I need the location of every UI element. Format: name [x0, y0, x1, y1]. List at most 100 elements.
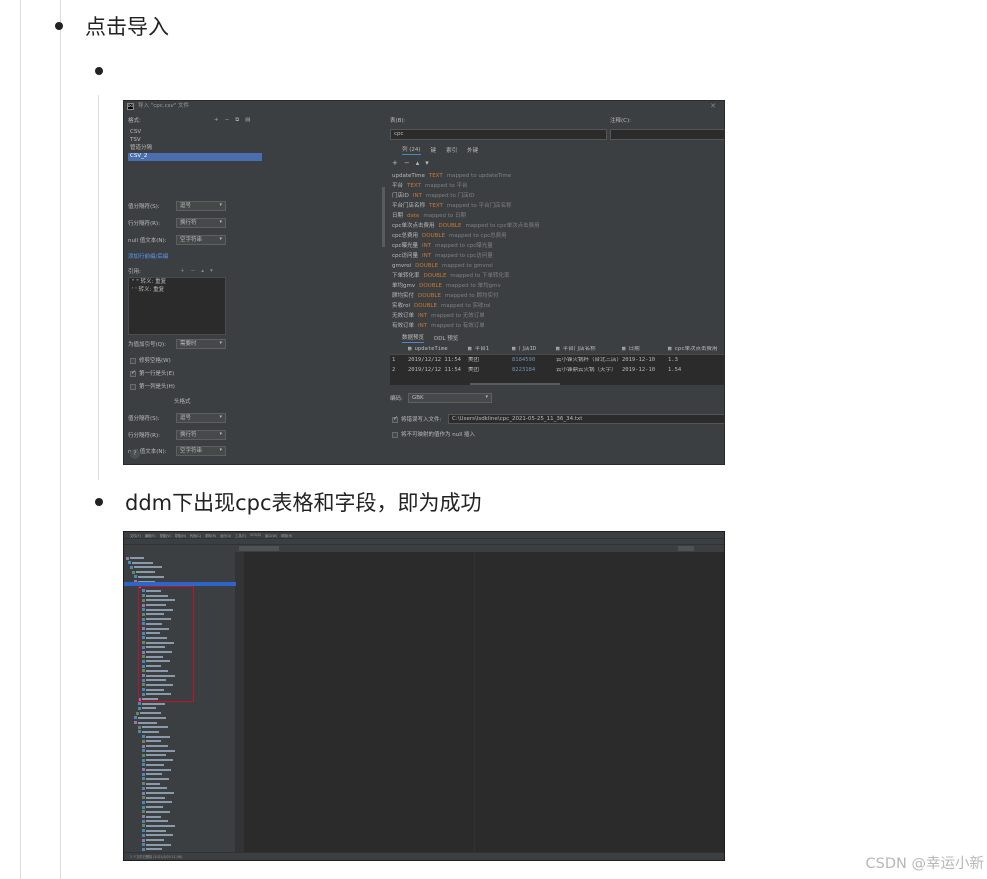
tree-node[interactable]: [142, 824, 175, 828]
menu-item[interactable]: 窗口(W): [265, 533, 277, 538]
preview-column-header[interactable]: ▦ updateTime: [406, 346, 466, 352]
column-mapping-row[interactable]: 单均gmv DOUBLE mapped to 单均gmv: [392, 281, 724, 291]
column-mapping-row[interactable]: 平台门店名称 TEXT mapped to 平台门店名称: [392, 201, 724, 211]
menu-item[interactable]: 重构(R): [205, 533, 216, 538]
tree-node[interactable]: [134, 575, 164, 579]
remove-icon[interactable]: −: [404, 159, 410, 167]
arrow-up-icon[interactable]: ▴: [201, 268, 204, 274]
tree-node[interactable]: [138, 702, 165, 706]
tree-node[interactable]: [138, 730, 159, 734]
value-sep2-select[interactable]: 逗号 ▾: [176, 413, 226, 423]
preview-column-header[interactable]: ▦ 门店ID: [510, 346, 554, 352]
save-icon[interactable]: ▤: [245, 117, 250, 123]
tree-node[interactable]: [142, 739, 161, 743]
tree-node[interactable]: [134, 721, 157, 725]
format-item[interactable]: 管道分隔: [128, 145, 262, 153]
tree-node[interactable]: [142, 744, 168, 748]
preview-h-scrollbar[interactable]: [470, 383, 560, 385]
tree-node[interactable]: [142, 847, 162, 851]
menu-item[interactable]: 文件(F): [130, 533, 141, 538]
tab-ddl-preview[interactable]: DDL 预览: [434, 336, 458, 342]
editor-tab[interactable]: [239, 546, 279, 551]
column-mapping-list[interactable]: updateTime TEXT mapped to updateTime 平台 TEXT…: [392, 171, 724, 331]
null-text-select[interactable]: 空字符串 ▾: [176, 235, 226, 245]
menu-item[interactable]: VCS(S): [250, 533, 261, 537]
column-mapping-row[interactable]: cpc单次点击费用 DOUBLE mapped to cpc单次点击费用: [392, 221, 724, 231]
tree-node[interactable]: [142, 838, 164, 842]
tree-node[interactable]: [126, 556, 144, 560]
tree-node[interactable]: [142, 772, 162, 776]
tree-node[interactable]: [142, 786, 167, 790]
column-mapping-row[interactable]: 下单转化率 DOUBLE mapped to 下单转化率: [392, 271, 724, 281]
menu-item[interactable]: 导航(N): [175, 533, 186, 538]
tree-node[interactable]: [142, 753, 166, 757]
menu-item[interactable]: 视图(V): [160, 533, 171, 538]
column-mapping-row[interactable]: 实收roi DOUBLE mapped to 实收roi: [392, 301, 724, 311]
remove-icon[interactable]: −: [225, 117, 230, 123]
tab-indexes[interactable]: 索引: [446, 148, 457, 154]
tree-node[interactable]: [142, 796, 165, 800]
column-mapping-row[interactable]: 门店ID INT mapped to 门店ID: [392, 191, 724, 201]
first-col-header-checkbox[interactable]: 第一列是头(H): [130, 384, 175, 391]
menu-item[interactable]: 帮助(H): [281, 533, 292, 538]
row-sep2-select[interactable]: 换行符 ▾: [176, 430, 226, 440]
tree-node[interactable]: [142, 819, 168, 823]
tree-node[interactable]: [142, 758, 173, 762]
arrow-down-icon[interactable]: ▾: [210, 268, 213, 274]
quote-list[interactable]: " " 转义: 重复 ' ' 转义: 重复: [128, 277, 226, 335]
add-icon[interactable]: +: [180, 268, 185, 274]
tab-foreign-keys[interactable]: 外键: [467, 148, 478, 154]
column-mapping-row[interactable]: cpc访问量 INT mapped to cpc访问量: [392, 251, 724, 261]
tree-node[interactable]: [128, 561, 153, 565]
tree-node[interactable]: [136, 711, 161, 715]
tab-data-preview[interactable]: 数据预览: [402, 335, 425, 344]
null-text2-select[interactable]: 空字符串 ▾: [176, 446, 226, 456]
tree-node[interactable]: [142, 800, 172, 804]
add-icon[interactable]: +: [392, 159, 398, 167]
column-mapping-row[interactable]: 有效订单 INT mapped to 有效订单: [392, 321, 724, 331]
menu-item[interactable]: 编辑(E): [145, 533, 156, 538]
format-list[interactable]: CSV TSV 管道分隔 CSV_2: [128, 129, 262, 177]
tree-node[interactable]: [142, 805, 163, 809]
editor-area[interactable]: [244, 552, 722, 852]
arrow-up-icon[interactable]: ▴: [416, 159, 420, 167]
table-name-input[interactable]: cpc: [390, 129, 607, 140]
tree-node[interactable]: [142, 782, 160, 786]
column-mapping-row[interactable]: updateTime TEXT mapped to updateTime: [392, 171, 724, 181]
encoding-select[interactable]: GBK ▾: [408, 393, 492, 403]
left-scrollbar[interactable]: [382, 187, 385, 247]
tree-node[interactable]: [142, 815, 161, 819]
write-errors-checkbox[interactable]: 将错误写入文件:: [392, 416, 441, 424]
row-sep-select[interactable]: 换行符 ▾: [176, 218, 226, 228]
trim-checkbox[interactable]: 修剪空格(W): [130, 358, 171, 365]
value-sep-select[interactable]: 逗号 ▾: [176, 201, 226, 211]
tree-node[interactable]: [142, 768, 171, 772]
quote-item[interactable]: " " 转义: 重复: [129, 278, 225, 286]
column-mapping-row[interactable]: 日期 date mapped to 日期: [392, 211, 724, 221]
tree-node[interactable]: [132, 570, 155, 574]
format-item[interactable]: CSV: [128, 129, 262, 137]
tree-node[interactable]: [138, 706, 156, 710]
first-row-header-checkbox[interactable]: 第一行是头(E): [130, 370, 174, 378]
tree-node[interactable]: [138, 725, 168, 729]
tree-node[interactable]: [142, 763, 164, 767]
add-prefix-link[interactable]: 添加行前缀/后缀: [128, 254, 168, 260]
menu-item[interactable]: 代码(C): [190, 533, 201, 538]
preview-column-header[interactable]: ▦ cpc单次点击费用: [666, 346, 724, 352]
tree-node[interactable]: [142, 777, 169, 781]
format-item[interactable]: TSV: [128, 137, 262, 145]
tree-node[interactable]: [142, 791, 174, 795]
format-item-selected[interactable]: CSV_2: [128, 153, 262, 161]
tab-columns[interactable]: 列 (24): [402, 147, 421, 156]
tree-node[interactable]: [142, 829, 166, 833]
tree-node[interactable]: [142, 843, 171, 847]
help-button[interactable]: ?: [130, 449, 140, 459]
comment-input[interactable]: [610, 129, 724, 140]
menu-item[interactable]: 运行(U): [220, 533, 231, 538]
quote-values-select[interactable]: 需要时 ▾: [176, 339, 226, 349]
copy-icon[interactable]: ⧉: [235, 117, 239, 123]
error-file-path-input[interactable]: C:\Users\lsdkline\cpc_2021-05-25_11_36_3…: [448, 414, 724, 424]
tree-node[interactable]: [142, 810, 170, 814]
insert-null-checkbox[interactable]: 将不可映射的值作为 null 插入: [392, 432, 475, 439]
preview-column-header[interactable]: ▦ 平台门店名称: [554, 346, 620, 352]
